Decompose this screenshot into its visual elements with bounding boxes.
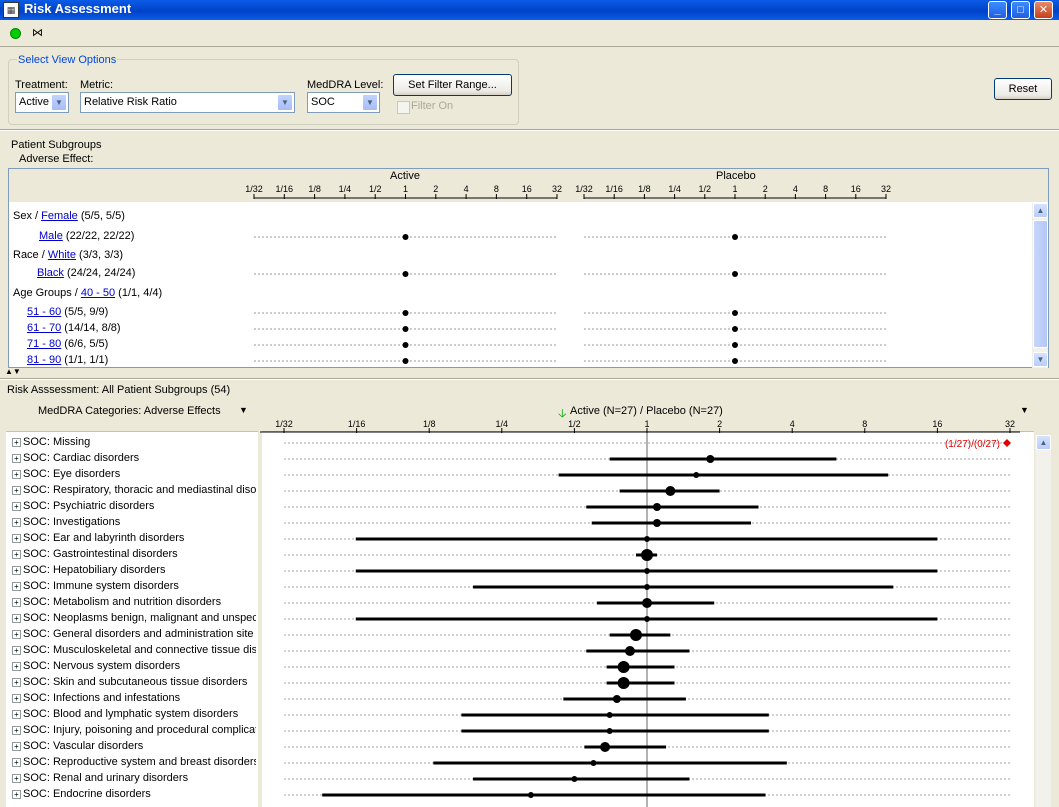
tick-label: 1/8 [423, 419, 436, 429]
tick-label: 1/32 [275, 419, 293, 429]
tick-label: 16 [932, 419, 942, 429]
missing-annotation: (1/27)/(0/27) [945, 439, 1000, 450]
estimate-point [665, 486, 676, 496]
estimate-point [706, 455, 715, 463]
estimate-point [652, 503, 661, 511]
estimate-point [644, 536, 650, 542]
tick-label: 4 [790, 419, 795, 429]
estimate-point [600, 742, 611, 752]
risk-plot-scrollbar[interactable]: ▲ [1035, 435, 1051, 807]
estimate-point [606, 728, 613, 734]
estimate-point [606, 712, 613, 718]
estimate-point [642, 598, 652, 608]
risk-ratio-chart: 1/32 1/16 1/8 1/4 1/2 1 2 4 8 16 32 (1/27)/(0/27) [260, 419, 1020, 807]
estimate-point [571, 776, 578, 782]
estimate-point [693, 472, 700, 478]
estimate-point [652, 519, 661, 527]
estimate-point [644, 584, 650, 590]
estimate-point [624, 646, 635, 656]
estimate-point [641, 549, 653, 561]
estimate-point [644, 616, 650, 622]
estimate-point [617, 677, 630, 689]
estimate-point [644, 568, 650, 574]
scroll-up-icon[interactable]: ▲ [1036, 435, 1051, 450]
tick-label: 1/16 [348, 419, 366, 429]
tick-label: 1/2 [568, 419, 581, 429]
estimate-point [590, 760, 597, 766]
estimate-point [629, 629, 642, 641]
missing-marker [1003, 439, 1011, 447]
estimate-point [617, 661, 630, 673]
tick-label: 8 [862, 419, 867, 429]
estimate-point [612, 695, 621, 703]
tick-label: 32 [1005, 419, 1015, 429]
tick-label: 2 [717, 419, 722, 429]
estimate-point [527, 792, 534, 798]
tick-label: 1 [644, 419, 649, 429]
tick-label: 1/4 [496, 419, 509, 429]
